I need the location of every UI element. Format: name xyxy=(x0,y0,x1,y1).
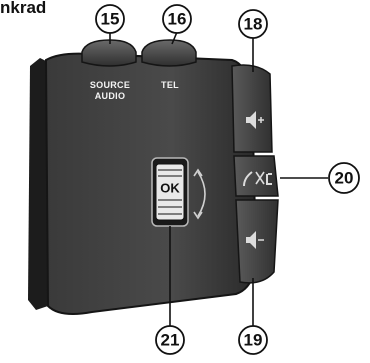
callout-15: 15 xyxy=(95,4,125,34)
svg-text:19: 19 xyxy=(244,331,263,350)
ok-thumbwheel: OK xyxy=(151,157,189,227)
controller-body xyxy=(44,52,258,315)
source-label-line1: SOURCE xyxy=(90,80,130,90)
callout-19: 19 xyxy=(238,325,268,355)
svg-text:20: 20 xyxy=(335,169,354,188)
ok-label: OK xyxy=(160,181,180,196)
source-label-line2: AUDIO xyxy=(95,91,126,101)
mounting-bracket xyxy=(28,58,48,310)
steering-control-diagram: SOURCE AUDIO TEL OK 15 16 18 20 21 19 xyxy=(28,4,360,355)
callout-16: 16 xyxy=(162,4,192,34)
svg-text:15: 15 xyxy=(101,10,120,29)
tel-button xyxy=(141,39,197,67)
svg-text:16: 16 xyxy=(168,10,187,29)
volume-down-button xyxy=(235,199,279,284)
source-audio-button xyxy=(81,39,137,67)
volume-up-button xyxy=(231,64,273,153)
callout-20: 20 xyxy=(328,162,360,194)
tel-label: TEL xyxy=(161,80,179,90)
svg-text:21: 21 xyxy=(161,331,180,350)
callout-18: 18 xyxy=(238,9,268,39)
svg-text:18: 18 xyxy=(244,15,263,34)
callout-21: 21 xyxy=(155,325,185,355)
phone-mute-button xyxy=(233,155,279,197)
